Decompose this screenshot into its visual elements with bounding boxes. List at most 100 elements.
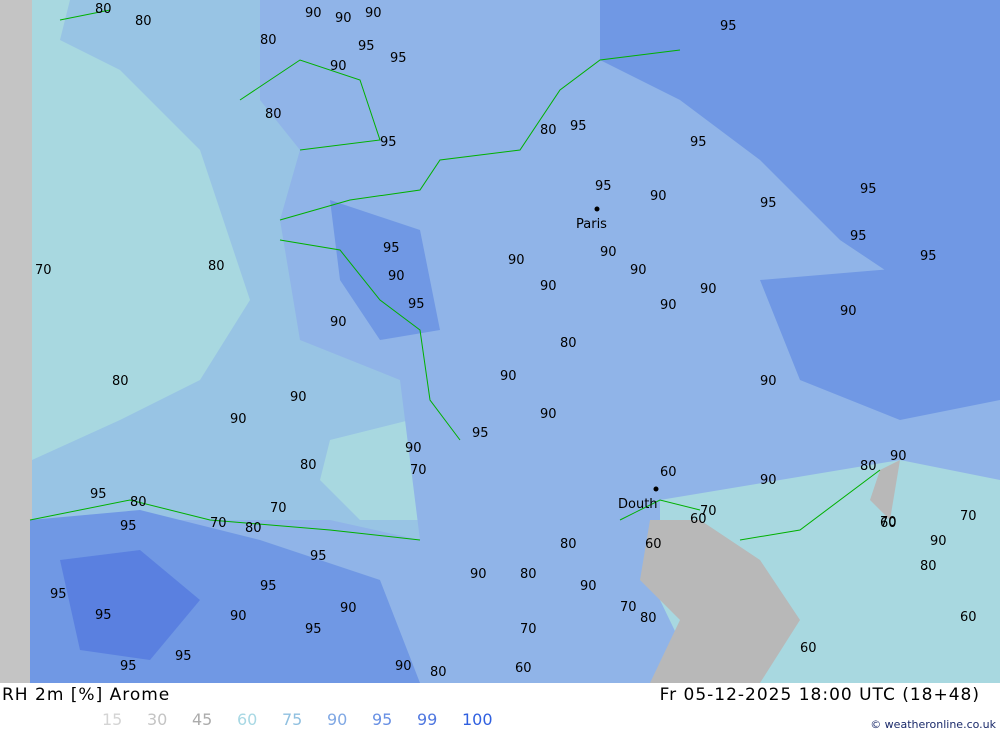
contour-label: 90 (700, 282, 717, 297)
no-data-strip (0, 0, 32, 683)
contour-label: 80 (560, 336, 577, 351)
contour-label: 90 (305, 6, 322, 21)
contour-label: 90 (230, 412, 247, 427)
legend-item: 100 (462, 710, 493, 729)
contour-label: 90 (340, 601, 357, 616)
contour-label: 90 (890, 449, 907, 464)
contour-label: 90 (760, 473, 777, 488)
contour-label: 95 (472, 426, 489, 441)
contour-label: 95 (310, 549, 327, 564)
contour-label: 80 (430, 665, 447, 680)
contour-label: 90 (540, 407, 557, 422)
contour-label: 95 (920, 249, 937, 264)
contour-label: 80 (95, 2, 112, 17)
city-label: Douth (618, 497, 658, 512)
contour-label: 95 (260, 579, 277, 594)
contour-label: 95 (595, 179, 612, 194)
contour-label: 95 (305, 622, 322, 637)
contour-label: 70 (620, 600, 637, 615)
contour-label: 95 (690, 135, 707, 150)
legend-item: 75 (282, 710, 303, 729)
contour-label: 90 (330, 59, 347, 74)
contour-label: 70 (520, 622, 537, 637)
legend-item: 15 (102, 710, 123, 729)
contour-label: 90 (540, 279, 557, 294)
contour-label: 90 (650, 189, 667, 204)
contour-label: 95 (570, 119, 587, 134)
contour-label: 80 (860, 459, 877, 474)
contour-label: 80 (208, 259, 225, 274)
contour-label: 90 (395, 659, 412, 674)
contour-label: 60 (660, 465, 677, 480)
legend-item: 90 (327, 710, 348, 729)
contour-label: 80 (920, 559, 937, 574)
map-title: RH 2m [%] Arome (2, 685, 171, 705)
contour-label: 90 (290, 390, 307, 405)
contour-label: 95 (390, 51, 407, 66)
contour-label: 70 (35, 263, 52, 278)
contour-label: 80 (300, 458, 317, 473)
contour-label: 90 (500, 369, 517, 384)
contour-label: 95 (120, 659, 137, 674)
contour-label: 95 (860, 182, 877, 197)
forecast-datetime: Fr 05-12-2025 18:00 UTC (18+48) (659, 685, 980, 705)
contour-label: 60 (800, 641, 817, 656)
weatheronline-link[interactable]: © weatheronline.co.uk (870, 718, 996, 731)
contour-label: 95 (720, 19, 737, 34)
contour-label: 90 (335, 11, 352, 26)
contour-label: 90 (405, 441, 422, 456)
contour-label: 80 (245, 521, 262, 536)
contour-label: 60 (515, 661, 532, 676)
contour-label: 95 (380, 135, 397, 150)
contour-label: 70 (210, 516, 227, 531)
contour-label: 80 (520, 567, 537, 582)
contour-label: 90 (760, 374, 777, 389)
contour-label: 60 (880, 516, 897, 531)
contour-label: 90 (580, 579, 597, 594)
contour-label: 95 (90, 487, 107, 502)
contour-label: 60 (960, 610, 977, 625)
contour-label: 70 (700, 504, 717, 519)
contour-label: 95 (175, 649, 192, 664)
contour-label: 90 (388, 269, 405, 284)
contour-label: 90 (330, 315, 347, 330)
contour-label: 60 (645, 537, 662, 552)
contour-label: 90 (630, 263, 647, 278)
contour-label: 90 (840, 304, 857, 319)
city-dot-icon (594, 206, 600, 212)
footer: RH 2m [%] Arome Fr 05-12-2025 18:00 UTC … (0, 683, 1000, 733)
legend-item: 95 (372, 710, 393, 729)
contour-label: 95 (50, 587, 67, 602)
contour-label: 90 (230, 609, 247, 624)
contour-label: 80 (540, 123, 557, 138)
contour-label: 80 (265, 107, 282, 122)
legend-item: 60 (237, 710, 258, 729)
contour-label: 70 (270, 501, 287, 516)
contour-label: 90 (365, 6, 382, 21)
contour-label: 80 (640, 611, 657, 626)
contour-label: 80 (135, 14, 152, 29)
legend-item: 30 (147, 710, 168, 729)
city-dot-icon (653, 486, 659, 492)
legend-item: 45 (192, 710, 213, 729)
contour-label: 95 (383, 241, 400, 256)
contour-label: 80 (112, 374, 129, 389)
contour-label: 80 (560, 537, 577, 552)
city-label: Paris (576, 217, 607, 232)
contour-label: 95 (120, 519, 137, 534)
contour-label: 95 (408, 297, 425, 312)
contour-label: 90 (930, 534, 947, 549)
contour-label: 90 (600, 245, 617, 260)
rh-map: 808090 90 90958080909570 808090909095909590… (0, 0, 1000, 683)
contour-label: 70 (960, 509, 977, 524)
contour-label: 95 (760, 196, 777, 211)
contour-label: 95 (358, 39, 375, 54)
contour-label: 90 (470, 567, 487, 582)
contour-label: 95 (850, 229, 867, 244)
contour-label: 80 (130, 495, 147, 510)
color-legend: 15 30 45 60 75 90 95 99 100 (102, 710, 507, 729)
contour-label: 90 (508, 253, 525, 268)
contour-label: 95 (95, 608, 112, 623)
legend-item: 99 (417, 710, 438, 729)
contour-label: 80 (260, 33, 277, 48)
